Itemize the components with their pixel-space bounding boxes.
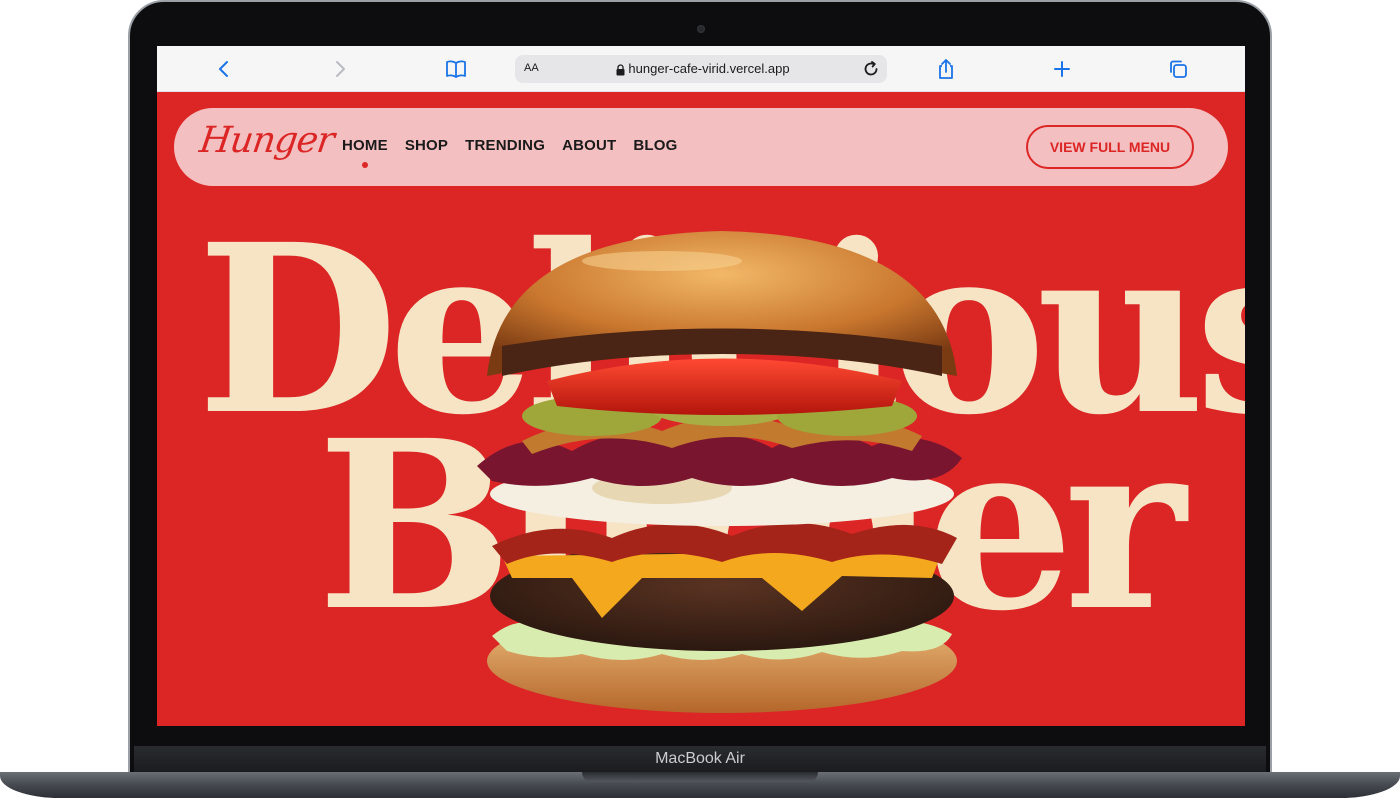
tabs-icon[interactable] (1166, 57, 1190, 81)
reload-icon[interactable] (861, 59, 881, 84)
laptop-notch (582, 772, 818, 782)
site-header: Hunger HOME SHOP TRENDING ABOUT BLOG VIE… (174, 108, 1228, 186)
nav-blog[interactable]: BLOG (633, 137, 677, 154)
new-tab-icon[interactable] (1050, 57, 1074, 81)
nav-home[interactable]: HOME (342, 137, 388, 168)
view-full-menu-button[interactable]: VIEW FULL MENU (1026, 125, 1194, 169)
site-logo[interactable]: Hunger (197, 120, 336, 161)
nav-shop[interactable]: SHOP (405, 137, 448, 154)
address-bar[interactable]: AA hunger-cafe-virid.vercel.app (515, 55, 887, 83)
bookmarks-icon[interactable] (444, 57, 468, 81)
browser-screen: AA hunger-cafe-virid.vercel.app Hunger H… (157, 46, 1245, 726)
burger-image (477, 231, 962, 713)
back-icon[interactable] (212, 57, 236, 81)
main-nav: HOME SHOP TRENDING ABOUT BLOG (342, 137, 678, 168)
camera (697, 25, 705, 33)
forward-icon[interactable] (328, 57, 352, 81)
url-text[interactable]: hunger-cafe-virid.vercel.app (515, 61, 887, 76)
device-label: MacBook Air (655, 750, 745, 767)
share-icon[interactable] (934, 57, 958, 81)
nav-about[interactable]: ABOUT (562, 137, 616, 154)
browser-toolbar: AA hunger-cafe-virid.vercel.app (157, 46, 1245, 92)
nav-trending[interactable]: TRENDING (465, 137, 545, 154)
